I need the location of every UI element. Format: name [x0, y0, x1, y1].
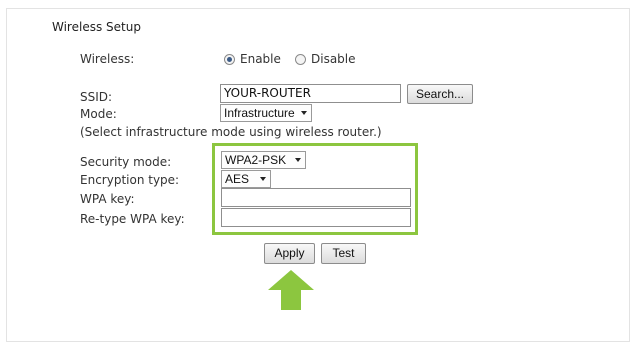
chevron-down-icon: [301, 111, 307, 115]
ssid-label: SSID:: [80, 90, 113, 104]
test-button[interactable]: Test: [321, 243, 366, 264]
apply-button[interactable]: Apply: [264, 243, 315, 264]
security-mode-value: WPA2-PSK: [225, 153, 287, 167]
wireless-label: Wireless:: [80, 52, 135, 66]
section-title: Wireless Setup: [52, 20, 141, 34]
mode-label: Mode:: [80, 107, 117, 121]
chevron-down-icon: [260, 177, 266, 181]
security-mode-select[interactable]: WPA2-PSK: [221, 151, 306, 169]
chevron-down-icon: [295, 158, 301, 162]
retype-wpa-key-label: Re-type WPA key:: [80, 212, 185, 226]
search-button[interactable]: Search...: [407, 84, 473, 104]
wireless-enable-radio[interactable]: [224, 54, 235, 65]
encryption-type-value: AES: [225, 172, 250, 186]
wpa-key-input[interactable]: [221, 188, 411, 207]
encryption-type-select[interactable]: AES: [221, 170, 271, 188]
up-arrow-icon: [268, 270, 314, 310]
wireless-disable-radio[interactable]: [295, 54, 306, 65]
encryption-type-label: Encryption type:: [80, 173, 180, 187]
mode-select-value: Infrastructure: [224, 106, 295, 120]
retype-wpa-key-input[interactable]: [221, 208, 411, 227]
wireless-disable-label: Disable: [311, 52, 356, 66]
mode-note: (Select infrastructure mode using wirele…: [80, 125, 382, 139]
wireless-enable-label: Enable: [240, 52, 281, 66]
security-mode-label: Security mode:: [80, 155, 172, 169]
ssid-input[interactable]: YOUR-ROUTER: [220, 84, 401, 103]
wpa-key-label: WPA key:: [80, 192, 135, 206]
mode-select[interactable]: Infrastructure: [220, 104, 312, 122]
